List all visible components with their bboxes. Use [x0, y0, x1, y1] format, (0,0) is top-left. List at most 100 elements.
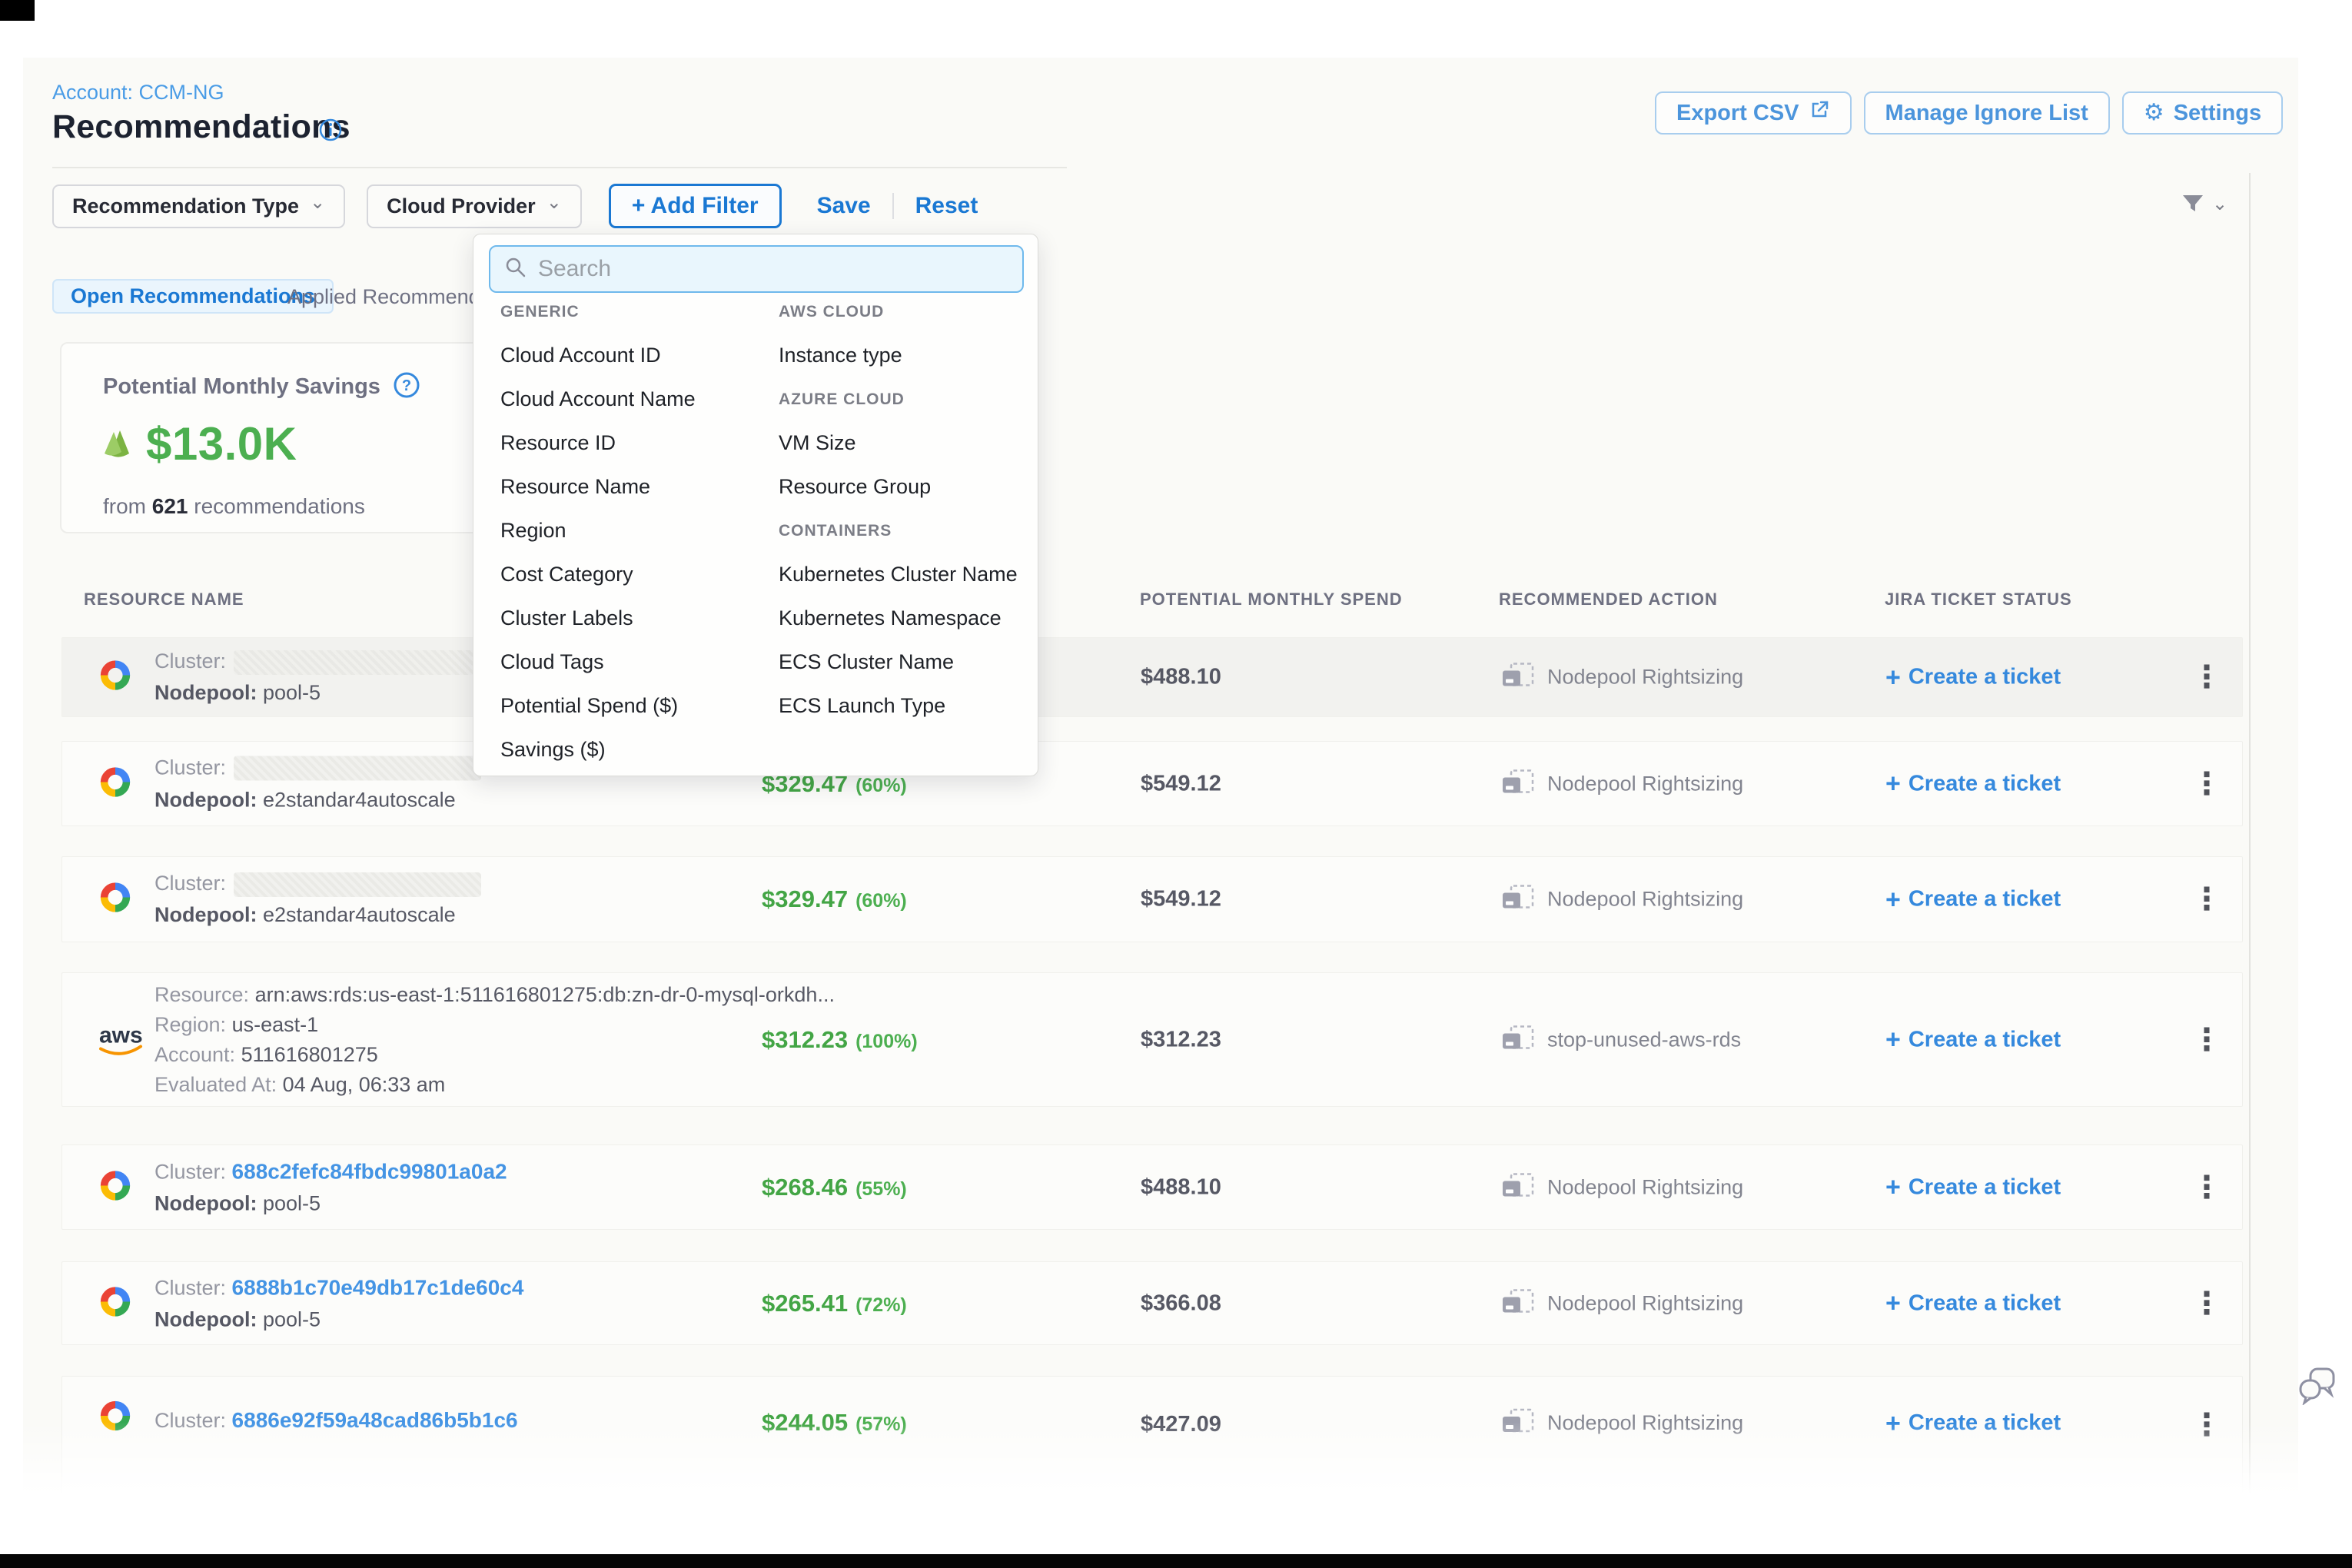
export-csv-button[interactable]: Export CSV: [1655, 91, 1852, 135]
save-filter-link[interactable]: Save: [817, 193, 871, 219]
filter-option-ecs-cluster-name[interactable]: ECS Cluster Name: [779, 640, 1040, 684]
scrollbar-track[interactable]: [2249, 173, 2251, 1507]
create-ticket-link[interactable]: + Create a ticket: [1885, 771, 2061, 796]
table-row[interactable]: Cluster: Nodepool: pool-5 $488.10 Nodepo…: [61, 637, 2243, 717]
table-row[interactable]: Cluster: 6886e92f59a48cad86b5b1c6 $244.0…: [61, 1376, 2243, 1499]
monthly-savings-cell: $244.05(57%): [762, 1409, 907, 1437]
row-menu-kebab-icon[interactable]: ⋮: [2191, 1022, 2222, 1058]
settings-button[interactable]: ⚙ Settings: [2122, 91, 2283, 135]
plus-icon: +: [1885, 1028, 1901, 1051]
cluster-id-link[interactable]: 6888b1c70e49db17c1de60c4: [232, 1275, 524, 1299]
filter-search-box[interactable]: [489, 245, 1024, 293]
question-icon[interactable]: ?: [393, 371, 420, 403]
filter-search-input[interactable]: [538, 256, 999, 282]
plus-icon: +: [1885, 666, 1901, 689]
rightsizing-icon: [1501, 662, 1535, 693]
header-divider: [52, 167, 1067, 168]
plus-icon: +: [1885, 888, 1901, 911]
filter-section-containers: CONTAINERS: [779, 509, 1040, 553]
table-row[interactable]: aws Resource: arn:aws:rds:us-east-1:5116…: [61, 972, 2243, 1107]
recommended-action-cell: Nodepool Rightsizing: [1501, 1171, 1743, 1203]
create-ticket-link[interactable]: + Create a ticket: [1885, 1174, 2061, 1200]
leaf-icon: [100, 426, 135, 462]
screen-corner-artifact: [0, 0, 35, 21]
filter-option-cloud-tags[interactable]: Cloud Tags: [500, 640, 762, 684]
savings-card-value: $13.0K: [146, 417, 297, 470]
recommendations-panel: Account: CCM-NG Recommendations Export C…: [23, 58, 2298, 1510]
filter-section-generic: GENERIC: [500, 290, 762, 334]
recommended-action-cell: Nodepool Rightsizing: [1501, 1287, 1743, 1319]
filter-funnel-button[interactable]: ⌄: [2181, 194, 2227, 220]
add-filter-dropdown: GENERIC Cloud Account ID Cloud Account N…: [473, 234, 1038, 776]
potential-spend-cell: $488.10: [1141, 665, 1221, 690]
filter-option-instance-type[interactable]: Instance type: [779, 334, 1040, 377]
recommended-action-cell: Nodepool Rightsizing: [1501, 1407, 1743, 1439]
support-chat-icon[interactable]: [2298, 1367, 2338, 1409]
recommendation-type-filter[interactable]: Recommendation Type ⌄: [52, 184, 345, 228]
header-actions: Export CSV Manage Ignore List ⚙ Settings: [1655, 91, 2283, 135]
filter-option-vm-size[interactable]: VM Size: [779, 421, 1040, 465]
filter-option-resource-name[interactable]: Resource Name: [500, 465, 762, 509]
cluster-id-link[interactable]: 6886e92f59a48cad86b5b1c6: [232, 1408, 518, 1432]
gcp-icon: [98, 764, 133, 803]
table-row[interactable]: Cluster: 6888b1c70e49db17c1de60c4 Nodepo…: [61, 1261, 2243, 1345]
monthly-savings-cell: $268.46(55%): [762, 1174, 907, 1201]
breadcrumb-account-link[interactable]: Account: CCM-NG: [52, 81, 224, 105]
filter-option-cluster-labels[interactable]: Cluster Labels: [500, 596, 762, 640]
create-ticket-link[interactable]: + Create a ticket: [1885, 1410, 2061, 1436]
column-header-jira-ticket-status: JIRA TICKET STATUS: [1885, 590, 2072, 610]
column-header-resource-name: RESOURCE NAME: [84, 590, 244, 610]
row-menu-kebab-icon[interactable]: ⋮: [2191, 766, 2222, 802]
filter-option-ecs-launch-type[interactable]: ECS Launch Type: [779, 684, 1040, 728]
aws-icon: aws: [98, 1019, 150, 1060]
filter-option-potential-spend[interactable]: Potential Spend ($): [500, 684, 762, 728]
resource-name-cell: Cluster: Nodepool: e2standar4autoscale: [154, 868, 481, 931]
external-link-icon: [1809, 99, 1830, 127]
filter-option-kubernetes-namespace[interactable]: Kubernetes Namespace: [779, 596, 1040, 640]
savings-card-subtext: from 621 recommendations: [103, 494, 365, 519]
chevron-down-icon: ⌄: [2212, 197, 2227, 212]
table-row[interactable]: Cluster: 688c2fefc84fbdc99801a0a2 Nodepo…: [61, 1144, 2243, 1230]
resource-name-cell: Cluster: 6888b1c70e49db17c1de60c4 Nodepo…: [154, 1271, 523, 1335]
row-menu-kebab-icon[interactable]: ⋮: [2191, 1407, 2222, 1443]
cluster-id-link[interactable]: 688c2fefc84fbdc99801a0a2: [232, 1159, 507, 1183]
cloud-provider-label: Cloud Provider: [387, 194, 536, 218]
row-menu-kebab-icon[interactable]: ⋮: [2191, 1170, 2222, 1205]
create-ticket-link[interactable]: + Create a ticket: [1885, 1291, 2061, 1316]
filter-option-savings[interactable]: Savings ($): [500, 728, 762, 772]
chevron-down-icon: ⌄: [546, 195, 562, 211]
redacted-cluster-value: [234, 872, 481, 897]
add-filter-button[interactable]: + Add Filter: [609, 184, 782, 228]
table-row[interactable]: Cluster: Nodepool: e2standar4autoscale $…: [61, 856, 2243, 942]
row-menu-kebab-icon[interactable]: ⋮: [2191, 882, 2222, 917]
gcp-icon: [98, 880, 133, 919]
page-title: Recommendations: [52, 108, 350, 146]
row-menu-kebab-icon[interactable]: ⋮: [2191, 1286, 2222, 1321]
info-icon[interactable]: [318, 118, 343, 146]
potential-spend-cell: $427.09: [1141, 1412, 1221, 1437]
filter-option-region[interactable]: Region: [500, 509, 762, 553]
potential-spend-cell: $488.10: [1141, 1174, 1221, 1200]
create-ticket-link[interactable]: + Create a ticket: [1885, 665, 2061, 690]
gcp-icon: [98, 1168, 133, 1207]
filter-option-resource-id[interactable]: Resource ID: [500, 421, 762, 465]
resource-name-cell: Cluster: Nodepool: pool-5: [154, 646, 481, 709]
filter-option-cloud-account-name[interactable]: Cloud Account Name: [500, 377, 762, 421]
filter-menu-column-generic: GENERIC Cloud Account ID Cloud Account N…: [500, 290, 762, 772]
create-ticket-link[interactable]: + Create a ticket: [1885, 1027, 2061, 1052]
redacted-cluster-value: [234, 756, 481, 781]
recommendation-count: 621: [152, 494, 188, 518]
create-ticket-link[interactable]: + Create a ticket: [1885, 887, 2061, 912]
recommendation-type-label: Recommendation Type: [72, 194, 299, 218]
manage-ignore-list-button[interactable]: Manage Ignore List: [1864, 91, 2110, 135]
filter-option-cloud-account-id[interactable]: Cloud Account ID: [500, 334, 762, 377]
table-row[interactable]: Cluster:ɔı Nodepool: e2standar4autoscale…: [61, 741, 2243, 826]
filter-option-kubernetes-cluster-name[interactable]: Kubernetes Cluster Name: [779, 553, 1040, 596]
row-menu-kebab-icon[interactable]: ⋮: [2191, 659, 2222, 695]
column-header-recommended-action: RECOMMENDED ACTION: [1499, 590, 1718, 610]
reset-filter-link[interactable]: Reset: [915, 193, 978, 219]
cloud-provider-filter[interactable]: Cloud Provider ⌄: [367, 184, 582, 228]
filter-option-cost-category[interactable]: Cost Category: [500, 553, 762, 596]
recommended-action-cell: Nodepool Rightsizing: [1501, 662, 1743, 693]
filter-option-resource-group[interactable]: Resource Group: [779, 465, 1040, 509]
